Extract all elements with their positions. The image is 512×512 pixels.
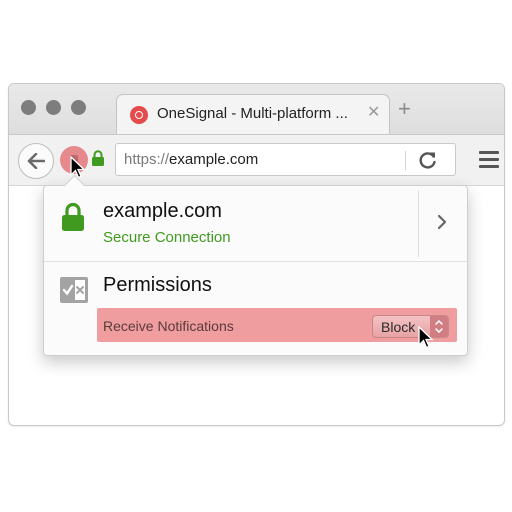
tab-bar: OneSignal - Multi-platform ... ✕ +: [9, 84, 504, 135]
url-host: example.com: [169, 151, 259, 168]
url-bar[interactable]: https://example.com: [115, 143, 456, 176]
back-arrow-icon: [27, 153, 45, 169]
back-button[interactable]: [18, 143, 54, 179]
tab-onesignal[interactable]: OneSignal - Multi-platform ... ✕: [116, 94, 390, 135]
notification-permission-label: Receive Notifications: [103, 318, 234, 334]
onesignal-icon: [130, 106, 148, 124]
url-text[interactable]: https://example.com: [124, 151, 258, 168]
secure-connection-label: Secure Connection: [103, 229, 231, 246]
tab-title: OneSignal - Multi-platform ...: [157, 105, 348, 122]
identity-section: example.com Secure Connection: [44, 186, 467, 262]
close-window-button[interactable]: [21, 100, 36, 115]
new-tab-button[interactable]: +: [398, 98, 411, 120]
maximize-window-button[interactable]: [71, 100, 86, 115]
minimize-window-button[interactable]: [46, 100, 61, 115]
notification-permission-value: Block: [381, 319, 416, 335]
permissions-icon: [60, 277, 88, 303]
identity-divider: [418, 190, 419, 257]
mouse-cursor-icon: [418, 326, 434, 349]
hamburger-menu-icon[interactable]: [479, 151, 499, 169]
url-divider: [405, 151, 406, 170]
chevron-right-icon[interactable]: [436, 212, 448, 232]
identity-host: example.com: [103, 200, 222, 222]
permissions-title: Permissions: [103, 274, 212, 296]
secure-lock-icon: [62, 202, 84, 231]
reload-icon[interactable]: [417, 149, 439, 171]
notification-permission-select[interactable]: Block: [372, 315, 449, 338]
close-tab-icon[interactable]: ✕: [367, 102, 380, 122]
lock-icon[interactable]: [91, 150, 105, 167]
site-identity-popup: example.com Secure Connection Permission…: [43, 174, 468, 356]
url-scheme: https://: [124, 151, 170, 168]
notification-permission-row: Receive Notifications Block: [97, 308, 457, 342]
